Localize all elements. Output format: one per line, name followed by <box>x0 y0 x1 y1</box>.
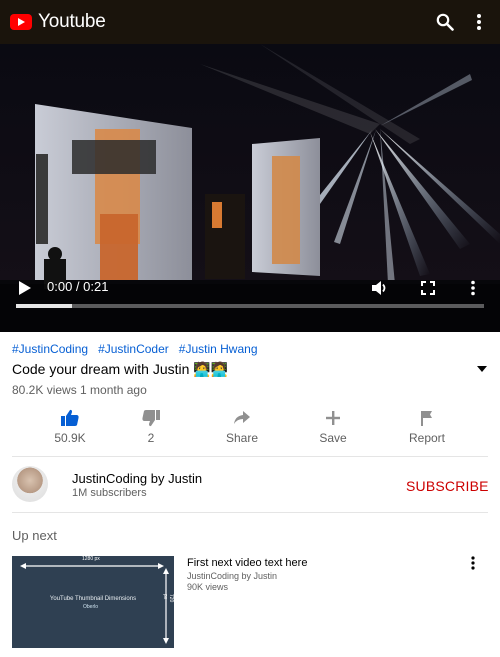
share-button[interactable]: Share <box>212 408 272 445</box>
search-icon[interactable] <box>434 11 456 33</box>
hashtag-list: #JustinCoding #JustinCoder #Justin Hwang <box>12 342 258 356</box>
progress-bar[interactable] <box>16 304 484 308</box>
subscribe-button[interactable]: SUBSCRIBE <box>406 478 489 494</box>
subscriber-count: 1M subscribers <box>72 487 147 499</box>
thumbnail-brand: Oberlo <box>83 604 99 610</box>
thumbs-down-icon <box>121 408 181 428</box>
dislike-count: 2 <box>147 431 155 445</box>
next-video-views: 90K views <box>187 582 229 592</box>
time-display: 0:00 / 0:21 <box>47 279 109 294</box>
hashtag-link[interactable]: #Justin Hwang <box>179 342 258 356</box>
fullscreen-icon[interactable] <box>421 281 435 300</box>
app-title: Youtube <box>38 11 106 32</box>
report-button[interactable]: Report <box>397 408 457 445</box>
channel-row: JustinCoding by Justin 1M subscribers SU… <box>0 458 500 510</box>
add-icon <box>303 408 363 428</box>
thumbnail-caption: YouTube Thumbnail Dimensions <box>49 596 137 602</box>
channel-name[interactable]: JustinCoding by Justin <box>72 471 202 486</box>
share-icon <box>212 408 272 428</box>
divider <box>12 456 488 457</box>
action-row: 50.9K 2 Share Save Report <box>0 408 500 448</box>
dislike-button[interactable]: 2 <box>121 408 181 445</box>
share-label: Share <box>225 431 259 445</box>
progress-bar-fill <box>16 304 73 308</box>
save-label: Save <box>319 431 347 445</box>
top-app-bar: Youtube <box>0 0 500 44</box>
play-icon[interactable] <box>18 280 32 296</box>
youtube-play-logo-icon <box>10 14 32 30</box>
next-video-channel: JustinCoding by Justin <box>187 571 278 581</box>
video-title: Code your dream with Justin 🧑‍💻🧑‍💻 <box>12 361 229 377</box>
hashtag-link[interactable]: #JustinCoder <box>98 342 169 356</box>
save-button[interactable]: Save <box>303 408 363 445</box>
divider <box>12 512 488 513</box>
avatar[interactable] <box>12 466 48 502</box>
like-button[interactable]: 50.9K <box>40 408 100 445</box>
player-more-vertical-icon[interactable] <box>470 280 476 301</box>
next-video-title[interactable]: First next video text here <box>187 557 307 569</box>
report-label: Report <box>408 431 446 445</box>
video-player[interactable]: 0:00 / 0:21 <box>0 44 500 332</box>
volume-icon[interactable] <box>370 279 388 302</box>
more-vertical-icon[interactable] <box>468 11 490 33</box>
more-vertical-icon[interactable] <box>470 556 476 575</box>
up-next-heading: Up next <box>12 528 57 543</box>
like-count: 50.9K <box>54 431 86 445</box>
flag-icon <box>397 408 457 428</box>
youtube-logo[interactable]: Youtube <box>10 11 106 33</box>
video-thumbnail[interactable]: 1280 px 720 px YouTube Thumbnail Dimensi… <box>12 556 174 648</box>
thumbs-up-icon <box>40 408 100 428</box>
player-controls: 0:00 / 0:21 <box>0 272 500 332</box>
thumbnail-width-label: 1280 px <box>82 556 100 562</box>
up-next-video[interactable]: 1280 px 720 px YouTube Thumbnail Dimensi… <box>12 556 488 648</box>
hashtag-link[interactable]: #JustinCoding <box>12 342 88 356</box>
chevron-down-icon[interactable] <box>476 360 490 372</box>
video-meta: 80.2K views 1 month ago <box>12 383 147 397</box>
